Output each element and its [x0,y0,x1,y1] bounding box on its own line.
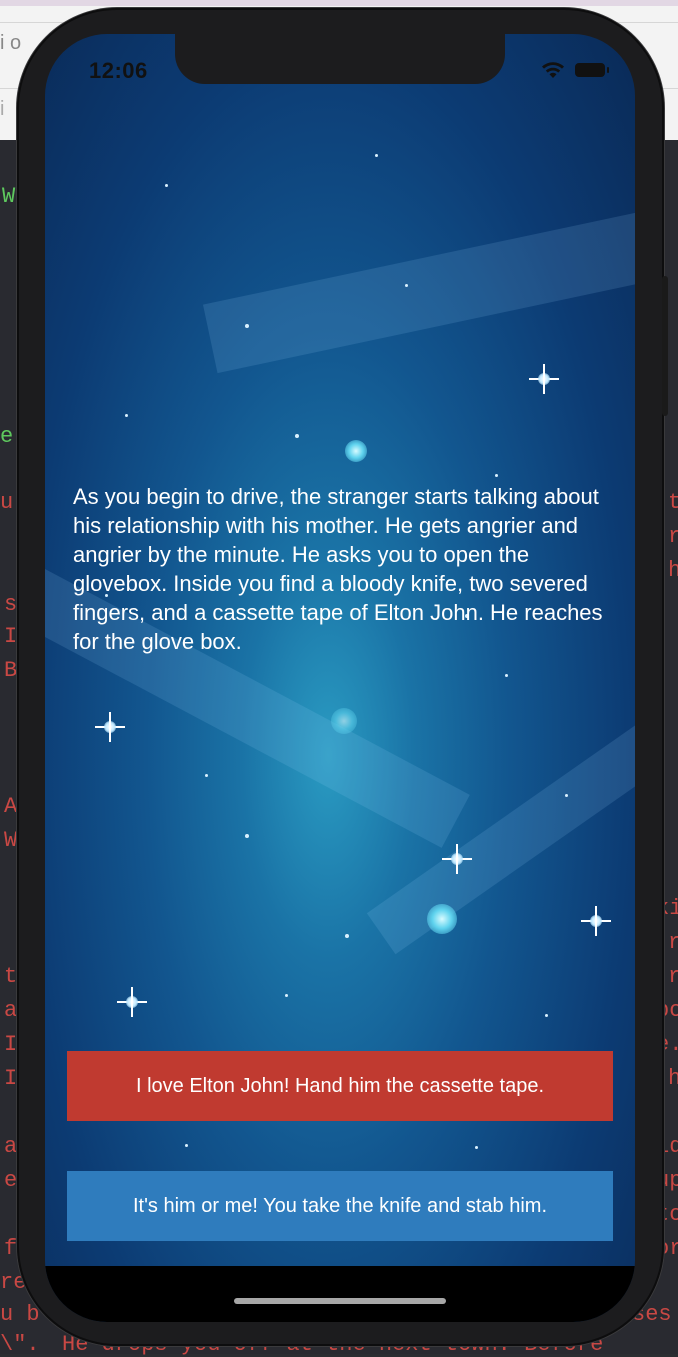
code-fragment: W [2,184,16,209]
code-fragment: r [668,964,678,989]
bokeh-light [331,708,357,734]
battery-icon [575,63,609,77]
code-fragment: h [668,1066,678,1091]
code-fragment: s [4,592,18,617]
code-fragment: r [668,930,678,955]
choice-button-1[interactable]: I love Elton John! Hand him the cassette… [67,1051,613,1121]
star-flare [117,987,147,1017]
code-fragment: e [4,1168,18,1193]
wifi-icon [542,62,564,78]
code-fragment: f [4,1236,18,1261]
star-flare [95,712,125,742]
code-fragment: a [4,998,18,1023]
code-fragment: I [4,1032,18,1057]
device-notch [175,34,505,84]
code-fragment: t [4,964,18,989]
code-fragment: a [4,1134,18,1159]
bokeh-light [427,904,457,934]
story-text: As you begin to drive, the stranger star… [73,484,603,654]
editor-tab-fragment-2: i [0,98,5,120]
star-flare [581,906,611,936]
code-fragment: I [4,1066,18,1091]
side-button [662,276,668,416]
code-fragment: e [0,424,14,449]
code-fragment: t [668,490,678,515]
bokeh-light [345,440,367,462]
choice-button-2[interactable]: It's him or me! You take the knife and s… [67,1171,613,1241]
code-fragment: r [668,524,678,549]
star-flare [442,844,472,874]
code-fragment: A [4,794,18,819]
code-fragment: I [4,624,18,649]
status-icons [541,61,609,79]
app-screen: 12:06 As you begin to drive, the strange… [45,34,635,1322]
code-fragment: W [4,828,18,853]
code-fragment: u [0,490,14,515]
code-fragment: u b [0,1302,40,1327]
home-bar-area [45,1266,635,1322]
code-fragment: h [668,558,678,583]
light-beam [202,204,635,374]
star-flare [529,364,559,394]
window-title-strip [0,0,678,6]
code-fragment: B [4,658,18,683]
home-indicator[interactable] [234,1298,446,1304]
status-time: 12:06 [89,58,148,83]
editor-tab-fragment: i o [0,32,22,54]
code-fragment: \". [0,1332,40,1357]
